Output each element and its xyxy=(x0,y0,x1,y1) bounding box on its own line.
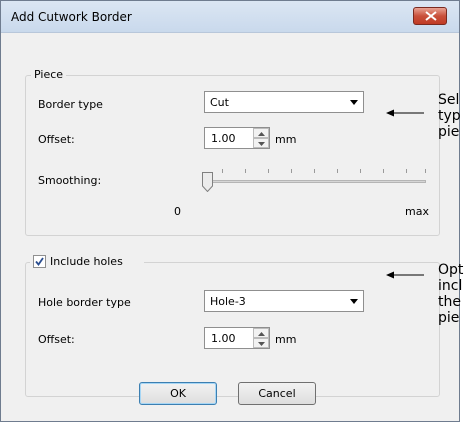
hole-offset-unit: mm xyxy=(275,333,297,346)
dropdown-arrow-icon xyxy=(350,299,358,304)
dropdown-arrow-icon xyxy=(350,100,358,105)
callout-second-line-1: Opt xyxy=(438,262,464,278)
piece-offset-value: 1.00 xyxy=(211,132,236,145)
cancel-button[interactable]: Cancel xyxy=(238,382,316,405)
include-holes-label: Include holes xyxy=(50,255,123,268)
callout-second-line-3: the xyxy=(438,294,461,310)
ok-button[interactable]: OK xyxy=(139,382,217,405)
hole-border-type-select[interactable]: Hole-3 xyxy=(204,290,364,312)
include-holes-checkbox-row: Include holes xyxy=(30,254,144,270)
dialog-body: Piece Border type Cut Offset: 1.00 mm Sm… xyxy=(9,33,451,415)
close-button[interactable] xyxy=(413,7,447,25)
piece-legend: Piece xyxy=(31,68,67,81)
dialog-title: Add Cutwork Border xyxy=(11,10,132,24)
hole-border-type-value: Hole-3 xyxy=(210,295,246,308)
spin-down-icon xyxy=(258,342,265,346)
title-bar: Add Cutwork Border xyxy=(1,1,459,33)
border-type-value: Cut xyxy=(210,96,229,109)
add-cutwork-border-dialog: Add Cutwork Border Piece Border type Cut… xyxy=(0,0,460,422)
hole-offset-spinbox[interactable]: 1.00 xyxy=(204,327,270,349)
callout-first: Sel typ pie xyxy=(438,92,461,140)
smoothing-label: Smoothing: xyxy=(38,174,102,187)
smoothing-slider-thumb[interactable] xyxy=(202,172,213,193)
callout-first-line-1: Sel xyxy=(438,92,460,108)
include-holes-checkbox[interactable] xyxy=(33,255,46,268)
hole-offset-label: Offset: xyxy=(38,333,75,346)
border-type-dropdown-button[interactable] xyxy=(345,92,363,112)
piece-offset-increment[interactable] xyxy=(253,128,269,138)
piece-offset-unit: mm xyxy=(275,133,297,146)
callout-second-line-4: pie xyxy=(438,310,460,326)
hole-offset-decrement[interactable] xyxy=(253,338,269,348)
callout-second: Opt incl the pie xyxy=(438,262,463,326)
spin-up-icon xyxy=(258,332,265,336)
smoothing-min-label: 0 xyxy=(174,205,181,218)
checkmark-icon xyxy=(35,257,44,266)
callout-second-line-2: incl xyxy=(438,278,463,294)
close-icon xyxy=(425,11,437,21)
smoothing-max-label: max xyxy=(405,205,429,218)
hole-offset-increment[interactable] xyxy=(253,328,269,338)
piece-offset-label: Offset: xyxy=(38,133,75,146)
hole-border-type-dropdown-button[interactable] xyxy=(345,291,363,311)
piece-offset-spinbox[interactable]: 1.00 xyxy=(204,127,270,149)
piece-offset-decrement[interactable] xyxy=(253,138,269,148)
callout-first-line-2: typ xyxy=(438,108,461,124)
hole-border-type-label: Hole border type xyxy=(38,296,131,309)
hole-offset-value: 1.00 xyxy=(211,332,236,345)
arrow-left-icon xyxy=(386,271,424,279)
spin-down-icon xyxy=(258,142,265,146)
spin-up-icon xyxy=(258,132,265,136)
border-type-select[interactable]: Cut xyxy=(204,91,364,113)
callout-first-line-3: pie xyxy=(438,124,460,140)
smoothing-slider-track[interactable] xyxy=(204,180,426,183)
border-type-label: Border type xyxy=(38,98,103,111)
arrow-left-icon xyxy=(386,109,424,117)
